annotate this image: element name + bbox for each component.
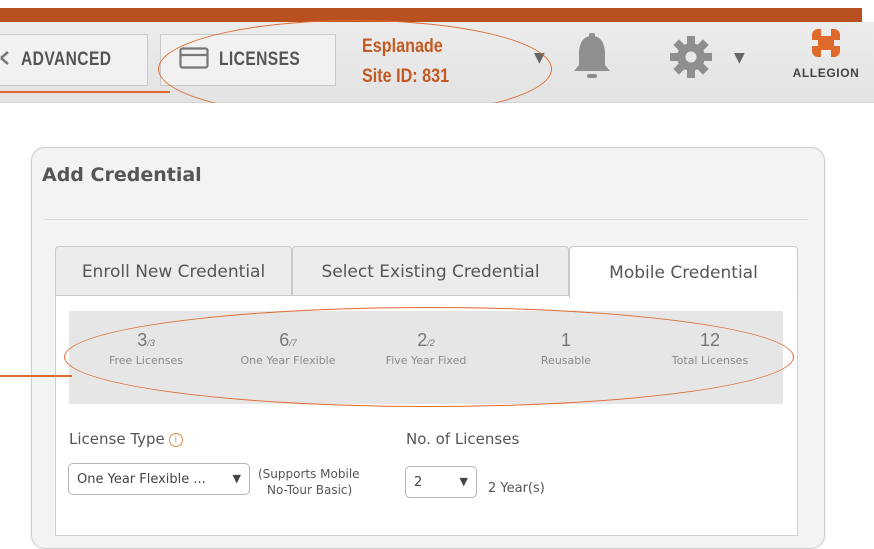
settings-chevron-down-icon[interactable]: ▼ xyxy=(734,50,745,66)
logo-wordmark: ALLEGION xyxy=(792,66,860,80)
licenses-label: LICENSES xyxy=(219,49,301,70)
bell-icon[interactable] xyxy=(570,32,614,86)
callout-leader-header xyxy=(0,91,170,93)
stat-caption: One Year Flexible xyxy=(240,354,336,367)
tab-mobile-credential[interactable]: Mobile Credential xyxy=(569,246,798,298)
stat-caption: Total Licenses xyxy=(671,354,749,367)
license-type-value: One Year Flexible ... xyxy=(77,471,206,487)
stat-caption: Free Licenses xyxy=(108,354,184,367)
allegion-logo: ALLEGION xyxy=(778,26,874,80)
chevron-down-icon: ▼ xyxy=(459,475,468,488)
site-name: Esplanade xyxy=(362,36,443,57)
brand-stripe xyxy=(0,8,862,22)
stat-of: /3 xyxy=(147,338,155,348)
stat-total-licenses: 12 Total Licenses xyxy=(640,330,780,367)
sync-icon xyxy=(0,49,17,71)
stat-free-licenses: 3/3 Free Licenses xyxy=(76,330,216,367)
stat-of: /2 xyxy=(427,338,435,348)
licenses-button[interactable]: LICENSES xyxy=(160,34,336,86)
site-selector[interactable]: Esplanade Site ID: 831 xyxy=(362,32,449,92)
stat-value: 12 xyxy=(699,330,721,350)
chevron-down-icon: ▼ xyxy=(232,472,241,485)
license-card-icon xyxy=(179,47,209,73)
stat-value: 2 xyxy=(417,330,428,350)
tab-select-existing-credential[interactable]: Select Existing Credential xyxy=(292,246,569,296)
tab-underline xyxy=(55,295,569,296)
tab-label: Enroll New Credential xyxy=(81,261,266,282)
license-type-label: License Type i xyxy=(69,430,183,448)
stat-of: /7 xyxy=(289,338,297,348)
stat-value: 3 xyxy=(137,330,148,350)
advanced-button[interactable]: ADVANCED xyxy=(0,34,148,86)
panel-divider xyxy=(44,219,808,220)
tab-label: Select Existing Credential xyxy=(321,261,540,282)
tab-label: Mobile Credential xyxy=(609,262,758,283)
advanced-label: ADVANCED xyxy=(21,49,112,70)
info-icon[interactable]: i xyxy=(168,432,183,447)
tab-enroll-new-credential[interactable]: Enroll New Credential xyxy=(55,246,292,296)
stat-one-year-flexible: 6/7 One Year Flexible xyxy=(218,330,358,367)
num-licenses-select[interactable]: 2 ▼ xyxy=(405,466,477,498)
stat-five-year-fixed: 2/2 Five Year Fixed xyxy=(356,330,496,367)
stat-value: 1 xyxy=(560,330,571,350)
num-licenses-value: 2 xyxy=(414,474,423,490)
stat-caption: Reusable xyxy=(540,354,592,367)
license-support-note: (Supports Mobile No-Tour Basic) xyxy=(258,467,360,497)
panel-title: Add Credential xyxy=(42,164,202,186)
top-brand-bar xyxy=(0,0,874,22)
num-licenses-label: No. of Licenses xyxy=(406,430,520,448)
stat-value: 6 xyxy=(279,330,290,350)
stat-caption: Five Year Fixed xyxy=(385,354,467,367)
gear-icon[interactable] xyxy=(666,34,716,84)
site-id: Site ID: 831 xyxy=(362,66,450,87)
license-type-select[interactable]: One Year Flexible ... ▼ xyxy=(68,463,250,495)
callout-leader-stats xyxy=(0,375,72,377)
stat-reusable: 1 Reusable xyxy=(496,330,636,367)
chevron-down-icon[interactable]: ▼ xyxy=(534,50,545,66)
duration-text: 2 Year(s) xyxy=(488,481,545,496)
